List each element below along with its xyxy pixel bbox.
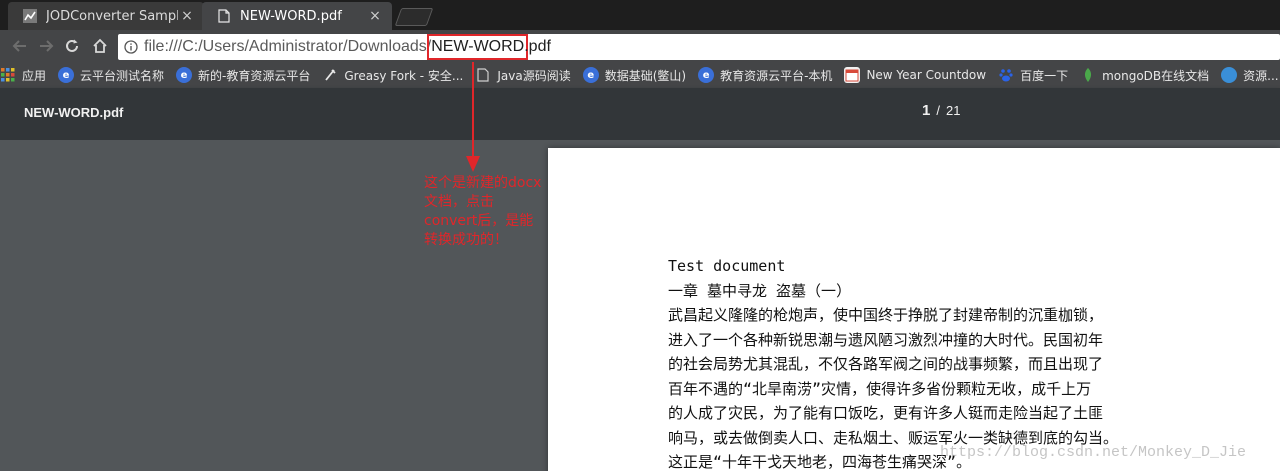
browser-toolbar: file:///C:/Users/Administrator/Downloads…	[0, 30, 1280, 62]
current-page-input[interactable]: 1	[922, 102, 930, 119]
bookmark-label: Greasy Fork - 安全...	[344, 68, 464, 83]
globe-icon: e	[58, 67, 75, 83]
bookmark-label: 应用	[22, 68, 47, 83]
document-line: Test document	[668, 257, 786, 275]
close-tab-icon[interactable]: ×	[366, 7, 384, 25]
back-arrow-icon[interactable]	[10, 36, 30, 56]
bookmark-item[interactable]: 百度一下	[998, 67, 1068, 84]
url-highlight: NEW-WORD	[427, 34, 529, 60]
total-pages: 21	[945, 103, 961, 118]
bookmark-label: mongoDB在线文档	[1102, 68, 1210, 83]
bookmark-item[interactable]: mongoDB在线文档	[1080, 67, 1209, 84]
annotation-line: 文档，点击	[424, 194, 494, 210]
url-suffix: .pdf	[524, 38, 551, 55]
tab-strip: JODConverter Sample × NEW-WORD.pdf ×	[0, 0, 1280, 30]
document-line: 的社会局势尤其混乱，不仅各路军阀之间的战事频繁，而且出现了	[668, 355, 1104, 373]
bookmark-item[interactable]: New Year Countdow	[844, 67, 986, 83]
address-bar[interactable]: file:///C:/Users/Administrator/Downloads…	[118, 34, 1280, 60]
document-content: Test document 一章 墓中寻龙 盗墓（一） 武昌起义隆隆的枪炮声，使…	[668, 254, 1268, 471]
document-line: 进入了一个各种新锐思潮与遗风陋习激烈冲撞的大时代。民国初年	[668, 330, 1104, 349]
page-separator: /	[936, 103, 940, 118]
document-line: 武昌起义隆隆的枪炮声，使中国终于挣脱了封建帝制的沉重枷锁，	[668, 306, 1104, 324]
new-tab-button[interactable]	[394, 8, 434, 26]
globe-icon: e	[698, 67, 715, 83]
bookmark-item[interactable]: e 数据基础(鳖山)	[582, 67, 687, 84]
baidu-icon	[998, 67, 1014, 83]
jodconverter-icon	[22, 8, 38, 24]
pdf-toolbar: NEW-WORD.pdf 1 / 21	[0, 88, 1280, 140]
globe-icon: e	[176, 67, 193, 83]
page-icon	[475, 67, 491, 83]
url-prefix: file:///C:/Users/Administrator/Downloads…	[144, 38, 432, 55]
document-line: 百年不遇的“北旱南涝”灾情，使得许多省份颗粒无收，成千上万	[668, 379, 1092, 398]
bookmark-label: New Year Countdow	[866, 68, 987, 82]
watermark: https://blog.csdn.net/Monkey_D_Jie	[940, 444, 1247, 461]
page-indicator: 1 / 21	[922, 102, 960, 120]
close-tab-icon[interactable]: ×	[178, 7, 196, 25]
home-icon[interactable]	[90, 36, 110, 56]
pdf-title: NEW-WORD.pdf	[24, 105, 124, 120]
greasyfork-icon	[322, 67, 338, 83]
bookmark-item[interactable]: e 教育资源云平台-本机	[698, 67, 832, 84]
bookmark-item[interactable]: 资源...	[1221, 67, 1279, 84]
bookmark-label: Java源码阅读	[497, 68, 571, 83]
document-icon	[216, 8, 232, 24]
leaf-icon	[1080, 67, 1096, 83]
bookmark-label: 云平台测试名称	[80, 68, 165, 83]
annotation-line: 这个是新建的docx	[424, 175, 542, 191]
bookmark-label: 百度一下	[1020, 68, 1069, 83]
apps-grid-icon	[0, 67, 16, 83]
bookmark-item[interactable]: Java源码阅读	[475, 67, 571, 84]
calendar-icon	[844, 67, 861, 83]
url-text: file:///C:/Users/Administrator/Downloads…	[144, 34, 551, 60]
annotation-line: 转换成功的！	[424, 232, 508, 248]
bookmark-item[interactable]: e 云平台测试名称	[58, 67, 164, 84]
document-line: 一章 墓中寻龙 盗墓（一）	[668, 281, 852, 300]
info-icon[interactable]	[118, 40, 144, 54]
pdf-page: Test document 一章 墓中寻龙 盗墓（一） 武昌起义隆隆的枪炮声，使…	[548, 148, 1280, 471]
tab-title: JODConverter Sample	[46, 8, 178, 24]
pdf-viewer[interactable]: Test document 一章 墓中寻龙 盗墓（一） 武昌起义隆隆的枪炮声，使…	[0, 140, 1280, 471]
annotation-text: 这个是新建的docx 文档，点击 convert后，是能 转换成功的！	[424, 174, 560, 250]
bookmark-label: 新的-教育资源云平台	[198, 68, 311, 83]
bookmarks-bar: 应用 e 云平台测试名称 e 新的-教育资源云平台 Greasy Fork - …	[0, 62, 1280, 88]
document-line: 的人成了灾民，为了能有口饭吃，更有许多人铤而走险当起了土匪	[668, 404, 1104, 422]
globe-icon	[1221, 67, 1238, 83]
bookmark-label: 资源...	[1243, 68, 1279, 83]
bookmark-label: 数据基础(鳖山)	[604, 68, 687, 83]
tab-title: NEW-WORD.pdf	[240, 8, 342, 24]
bookmark-apps[interactable]: 应用	[0, 67, 46, 84]
annotation-line: convert后，是能	[424, 213, 534, 229]
bookmark-item[interactable]: Greasy Fork - 安全...	[322, 67, 463, 84]
forward-arrow-icon[interactable]	[36, 36, 56, 56]
tab-new-word-pdf[interactable]: NEW-WORD.pdf ×	[202, 2, 392, 30]
bookmark-label: 教育资源云平台-本机	[720, 68, 833, 83]
reload-icon[interactable]	[62, 36, 82, 56]
bookmark-item[interactable]: e 新的-教育资源云平台	[176, 67, 310, 84]
tab-jodconverter[interactable]: JODConverter Sample ×	[8, 2, 204, 30]
globe-icon: e	[582, 67, 599, 83]
